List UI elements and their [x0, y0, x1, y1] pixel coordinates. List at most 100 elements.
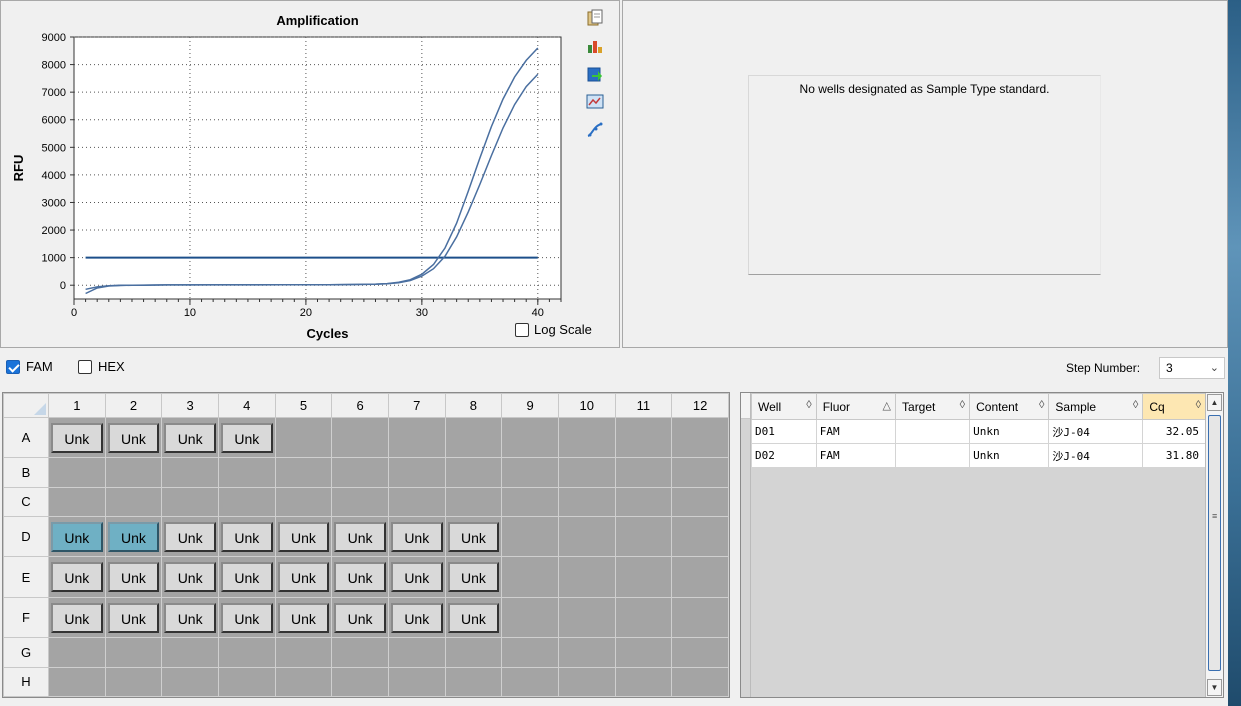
results-cell[interactable]: Unkn [969, 443, 1050, 468]
plate-well[interactable]: Unk [334, 562, 386, 593]
results-col-header[interactable]: Sample ◊ [1048, 393, 1144, 420]
plate-cell[interactable] [331, 666, 389, 698]
plate-col-header[interactable]: 6 [331, 393, 389, 418]
plate-row-header[interactable]: D [3, 516, 49, 558]
plate-cell[interactable] [501, 516, 559, 558]
plate-cell[interactable] [387, 416, 446, 459]
hex-option[interactable]: HEX [78, 359, 125, 374]
plate-cell[interactable]: Unk [48, 556, 106, 598]
plate-well[interactable]: Unk [390, 562, 443, 593]
plate-well[interactable]: Unk [447, 602, 500, 633]
plate-cell[interactable] [671, 637, 729, 668]
plate-cell[interactable] [161, 486, 219, 518]
plate-cell[interactable] [501, 637, 559, 668]
plate-well[interactable]: Unk [277, 521, 330, 552]
plate-col-header[interactable]: 8 [444, 393, 503, 418]
plate-cell[interactable] [104, 637, 163, 668]
plate-col-header[interactable]: 11 [614, 393, 673, 418]
results-cell[interactable]: FAM [815, 419, 897, 444]
plate-well[interactable]: Unk [277, 562, 330, 593]
results-col-header[interactable]: Cq ◊ [1142, 393, 1206, 420]
plate-col-header[interactable]: 1 [48, 393, 106, 418]
plate-cell[interactable]: Unk [48, 516, 106, 558]
plate-cell[interactable] [331, 416, 389, 459]
plate-cell[interactable]: Unk [217, 596, 276, 639]
plate-cell[interactable] [444, 457, 503, 488]
plate-col-header[interactable]: 10 [557, 393, 616, 418]
plate-cell[interactable] [331, 486, 389, 518]
plate-cell[interactable] [331, 457, 389, 488]
plate-cell[interactable] [501, 596, 559, 639]
results-cell[interactable]: 32.05 [1142, 419, 1206, 444]
plate-cell[interactable] [274, 666, 333, 698]
plate-cell[interactable]: Unk [161, 516, 219, 558]
plate-cell[interactable] [331, 637, 389, 668]
plate-cell[interactable]: Unk [48, 416, 106, 459]
plate-cell[interactable] [671, 457, 729, 488]
hex-checkbox[interactable] [78, 359, 92, 374]
scroll-up-icon[interactable]: ▲ [1207, 394, 1222, 411]
scrollbar-thumb[interactable] [1208, 415, 1221, 671]
plate-well[interactable]: Unk [164, 562, 216, 593]
plate-cell[interactable] [557, 666, 616, 698]
plate-cell[interactable] [444, 637, 503, 668]
plate-cell[interactable]: Unk [274, 516, 333, 558]
results-cell[interactable]: Unkn [969, 419, 1050, 444]
plate-col-header[interactable]: 4 [217, 393, 276, 418]
plate-well[interactable]: Unk [107, 562, 160, 593]
plate-cell[interactable] [48, 486, 106, 518]
results-cell[interactable]: D02 [751, 443, 817, 468]
plate-cell[interactable] [444, 416, 503, 459]
plate-cell[interactable] [444, 486, 503, 518]
plate-cell[interactable] [48, 666, 106, 698]
results-col-header[interactable]: Well ◊ [751, 393, 817, 420]
plate-cell[interactable] [614, 637, 673, 668]
results-cell[interactable]: 沙J-04 [1048, 443, 1144, 468]
plate-cell[interactable]: Unk [387, 596, 446, 639]
plate-cell[interactable] [671, 596, 729, 639]
plate-well[interactable]: Unk [447, 562, 500, 593]
plate-cell[interactable] [671, 486, 729, 518]
plate-well[interactable]: Unk [220, 422, 273, 453]
plate-cell[interactable]: Unk [444, 516, 503, 558]
results-cell[interactable] [895, 443, 971, 468]
plate-well[interactable]: Unk [164, 602, 216, 633]
plate-well[interactable]: Unk [220, 562, 273, 593]
plate-col-header[interactable]: 9 [501, 393, 559, 418]
results-col-header[interactable]: Fluor △ [815, 393, 897, 420]
plate-cell[interactable] [557, 516, 616, 558]
plate-cell[interactable] [104, 666, 163, 698]
plate-cell[interactable]: Unk [331, 516, 389, 558]
fam-checkbox[interactable] [6, 359, 20, 374]
results-cell[interactable] [895, 419, 971, 444]
table-row[interactable]: D02 FAM Unkn 沙J-04 31.80 [751, 443, 1206, 468]
step-number-select[interactable]: 3 ⌄ [1159, 357, 1225, 379]
plate-cell[interactable]: Unk [331, 556, 389, 598]
plate-well[interactable]: Unk [220, 602, 273, 633]
curve-icon[interactable] [584, 119, 606, 141]
plate-cell[interactable]: Unk [274, 556, 333, 598]
plate-cell[interactable] [161, 457, 219, 488]
copy-icon[interactable] [584, 7, 606, 29]
plate-col-header[interactable]: 12 [671, 393, 729, 418]
plate-well[interactable]: Unk [51, 422, 103, 453]
plate-cell[interactable] [614, 596, 673, 639]
plate-cell[interactable] [161, 666, 219, 698]
plate-well[interactable]: Unk [51, 602, 103, 633]
plate-cell[interactable] [48, 637, 106, 668]
plate-corner[interactable] [3, 393, 49, 418]
plate-well[interactable]: Unk [390, 602, 443, 633]
plate-cell[interactable] [274, 486, 333, 518]
plate-well[interactable]: Unk [164, 521, 216, 552]
plate-cell[interactable] [104, 486, 163, 518]
log-scale-toggle[interactable]: Log Scale [515, 322, 592, 337]
plate-cell[interactable]: Unk [104, 416, 163, 459]
plate-cell[interactable] [161, 637, 219, 668]
plate-row-header[interactable]: C [3, 486, 49, 518]
plate-cell[interactable] [217, 637, 276, 668]
plate-row-header[interactable]: B [3, 457, 49, 488]
plate-col-header[interactable]: 7 [387, 393, 446, 418]
plate-cell[interactable] [557, 486, 616, 518]
plate-cell[interactable] [671, 516, 729, 558]
plate-cell[interactable] [614, 416, 673, 459]
